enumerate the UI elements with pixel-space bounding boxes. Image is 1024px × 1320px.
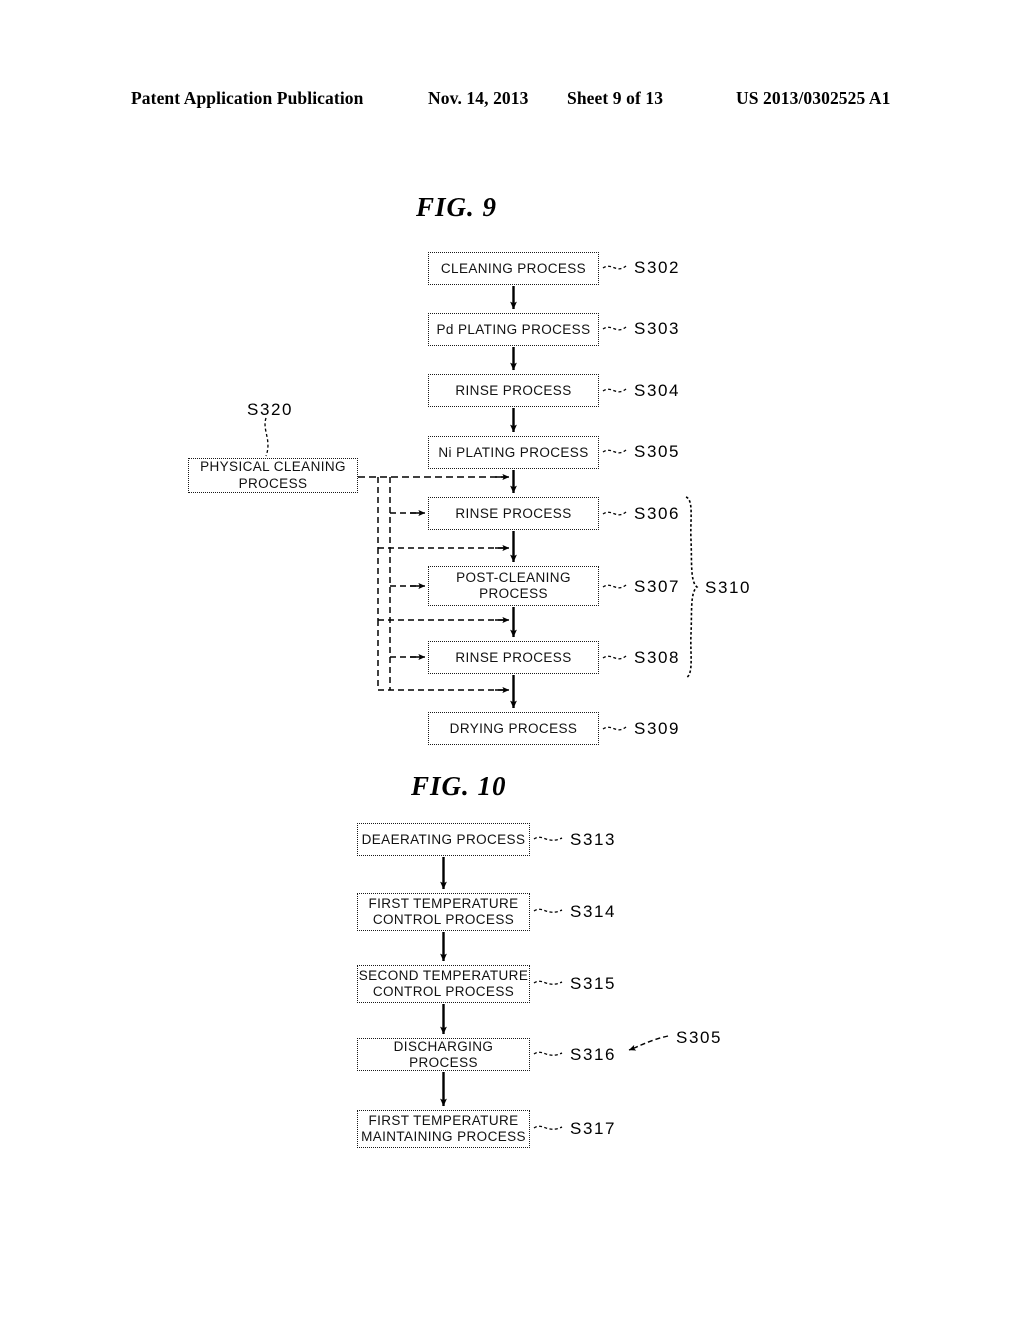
process-box-label-line1: SECOND TEMPERATURE [358,967,529,983]
group-brace-s310 [685,496,699,679]
leader-line-s304 [602,388,627,393]
leader-line-s320 [264,417,269,457]
process-box-cleaning: CLEANING PROCESS [428,252,599,285]
process-box-label-line1: POST-CLEANING [456,569,571,585]
figure-10-title: FIG. 10 [411,771,507,801]
leader-line-s303 [602,326,627,331]
ref-label-s309: S309 [634,719,681,738]
ref-label-s315: S315 [570,974,617,993]
header-sheet: Sheet 9 of 13 [567,88,664,108]
process-box-label: DRYING PROCESS [449,720,578,736]
process-box-label-line1: PHYSICAL CLEANING [200,459,346,475]
process-box-label: CLEANING PROCESS [440,260,587,276]
callout-arrow-s305 [628,1035,669,1051]
ref-label-s316: S316 [570,1045,617,1064]
leader-line-s308 [602,655,627,660]
process-box-label-line1: FIRST TEMPERATURE [368,1112,519,1128]
process-box-label-line2: PROCESS [479,586,548,601]
header-patent-number: US 2013/0302525 A1 [736,88,891,108]
process-box-first-temperature-maintaining: FIRST TEMPERATURE MAINTAINING PROCESS [357,1110,530,1148]
page-header: Patent Application Publication Nov. 14, … [0,88,1024,114]
ref-label-s317: S317 [570,1119,617,1138]
leader-line-s317 [533,1125,563,1130]
process-box-first-temperature-control: FIRST TEMPERATURE CONTROL PROCESS [357,893,530,931]
process-box-label-line2: MAINTAINING PROCESS [361,1129,526,1144]
ref-label-s305: S305 [634,442,681,461]
process-box-physical-cleaning: PHYSICAL CLEANING PROCESS [188,458,358,493]
ref-label-s320: S320 [247,400,294,419]
ref-label-s314: S314 [570,902,617,921]
leader-line-s309 [602,726,627,731]
process-box-rinse-s308: RINSE PROCESS [428,641,599,674]
process-box-rinse-s304: RINSE PROCESS [428,374,599,407]
figure-9-title: FIG. 9 [416,192,498,222]
header-date: Nov. 14, 2013 [428,88,529,108]
process-box-post-cleaning: POST-CLEANING PROCESS [428,566,599,606]
process-box-pd-plating: Pd PLATING PROCESS [428,313,599,346]
leader-line-s314 [533,908,563,913]
leader-line-s302 [602,265,627,270]
ref-label-s304: S304 [634,381,681,400]
leader-line-s306 [602,511,627,516]
process-box-label-line2: CONTROL PROCESS [372,912,515,927]
process-box-label: Pd PLATING PROCESS [436,321,591,337]
process-box-ni-plating: Ni PLATING PROCESS [428,436,599,469]
leader-line-s305 [602,449,627,454]
ref-label-s307: S307 [634,577,681,596]
leader-line-s307 [602,584,627,589]
process-box-label: DISCHARGING PROCESS [393,1038,494,1070]
header-publication: Patent Application Publication [131,88,364,108]
process-box-label-line1: FIRST TEMPERATURE [368,895,519,911]
process-box-label: Ni PLATING PROCESS [438,444,589,460]
process-box-label: RINSE PROCESS [455,649,572,665]
ref-label-s302: S302 [634,258,681,277]
ref-label-s303: S303 [634,319,681,338]
process-box-label-line2: PROCESS [238,475,308,491]
process-box-rinse-s306: RINSE PROCESS [428,497,599,530]
ref-label-s310: S310 [705,578,752,597]
process-box-discharging: DISCHARGING PROCESS [357,1038,530,1071]
leader-line-s315 [533,980,563,985]
ref-label-s306: S306 [634,504,681,523]
process-box-drying: DRYING PROCESS [428,712,599,745]
process-box-deaerating: DEAERATING PROCESS [357,823,530,856]
leader-line-s316 [533,1051,563,1056]
leader-line-s313 [533,836,563,841]
process-box-label: DEAERATING PROCESS [361,831,526,847]
ref-label-s313: S313 [570,830,617,849]
process-box-label: RINSE PROCESS [455,382,572,398]
ref-label-s305-callout: S305 [676,1028,723,1047]
process-box-label-line2: CONTROL PROCESS [372,984,515,999]
process-box-label: RINSE PROCESS [455,505,572,521]
process-box-second-temperature-control: SECOND TEMPERATURE CONTROL PROCESS [357,965,530,1003]
ref-label-s308: S308 [634,648,681,667]
